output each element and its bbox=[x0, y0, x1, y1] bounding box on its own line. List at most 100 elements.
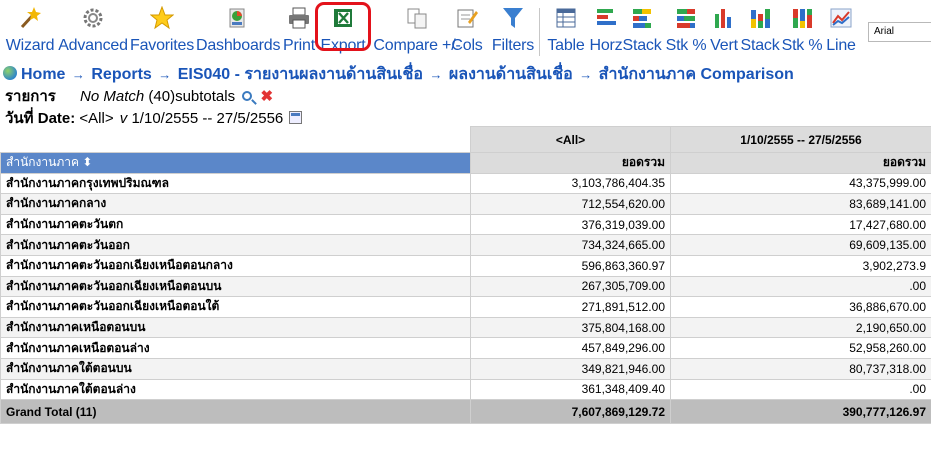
row-period-value: .00 bbox=[670, 275, 931, 298]
stk-pct-chart-button[interactable]: Stk % bbox=[663, 6, 709, 56]
filters-button[interactable]: Filters bbox=[488, 6, 538, 56]
export-button[interactable]: Export bbox=[318, 6, 368, 56]
row-period-value: 80,737,318.00 bbox=[670, 357, 931, 380]
date-filter-all[interactable]: <All> bbox=[79, 110, 113, 127]
globe-icon bbox=[3, 66, 17, 80]
excel-icon bbox=[334, 9, 352, 27]
row-all-value: 712,554,620.00 bbox=[470, 193, 671, 215]
table-row: สำนักงานภาคกรุงเทพปริมณฑล 3,103,786,404.3… bbox=[0, 172, 931, 195]
compare-icon bbox=[407, 8, 427, 29]
row-period-value: 3,902,273.9 bbox=[670, 254, 931, 277]
table-button[interactable]: Table bbox=[542, 6, 590, 56]
filters-label: Filters bbox=[491, 37, 535, 54]
horz-chart-button[interactable]: Horz bbox=[588, 6, 624, 56]
stacked-percent-chart-icon bbox=[677, 9, 695, 28]
row-all-value: 271,891,512.00 bbox=[470, 296, 671, 318]
row-name: สำนักงานภาคตะวันออก bbox=[0, 234, 471, 256]
vertical-stack-percent-chart-icon bbox=[793, 9, 812, 28]
breadcrumb-report[interactable]: EIS040 - รายงานผลงานด้านสินเชื่อ bbox=[178, 66, 423, 83]
vert-stk-pct-label: Stk % bbox=[781, 37, 823, 54]
sort-icon: ⬍ bbox=[79, 155, 93, 170]
row-name: สำนักงานภาคใต้ตอนล่าง bbox=[0, 378, 471, 401]
row-period-value: 83,689,141.00 bbox=[670, 193, 931, 215]
stack-label: Stack bbox=[622, 37, 662, 54]
breadcrumb-sub[interactable]: ผลงานด้านสินเชื่อ bbox=[449, 66, 573, 83]
row-name: สำนักงานภาคใต้ตอนบน bbox=[0, 357, 471, 380]
print-button[interactable]: Print bbox=[280, 6, 318, 56]
search-icon[interactable] bbox=[242, 91, 253, 101]
printer-icon bbox=[289, 7, 309, 29]
table-icon bbox=[556, 8, 576, 28]
column-group-period[interactable]: 1/10/2555 -- 27/5/2556 bbox=[670, 126, 931, 153]
table-label: Table bbox=[547, 37, 585, 54]
measure-header-period: ยอดรวม bbox=[670, 152, 931, 174]
row-period-value: 52,958,260.00 bbox=[670, 337, 931, 359]
report-table: <All> 1/10/2555 -- 27/5/2556 สำนักงานภาค… bbox=[0, 126, 931, 425]
clear-icon[interactable]: ✖ bbox=[260, 87, 273, 105]
wand-icon bbox=[20, 7, 41, 29]
table-row: สำนักงานภาคเหนือตอนบน 375,804,168.00 2,190… bbox=[0, 316, 931, 339]
vertical-bar-chart-icon bbox=[715, 9, 731, 28]
row-header-sort[interactable]: สำนักงานภาค ⬍ bbox=[0, 152, 471, 174]
row-all-value: 734,324,665.00 bbox=[470, 234, 671, 256]
item-filter: รายการ No Match (40)subtotals ✖ bbox=[5, 84, 273, 108]
row-name: สำนักงานภาคตะวันออกเฉียงเหนือตอนใต้ bbox=[0, 296, 471, 318]
vert-stk-pct-chart-button[interactable]: Stk % bbox=[780, 6, 824, 56]
favorites-button[interactable]: Favorites bbox=[128, 6, 196, 56]
row-period-value: .00 bbox=[670, 378, 931, 401]
table-row: สำนักงานภาคตะวันออกเฉียงเหนือตอนกลาง 596,… bbox=[0, 254, 931, 277]
row-name: สำนักงานภาคเหนือตอนล่าง bbox=[0, 337, 471, 359]
date-filter-range[interactable]: 1/10/2555 -- 27/5/2556 bbox=[131, 110, 283, 127]
calendar-icon[interactable] bbox=[289, 111, 303, 124]
cols-label: Cols bbox=[451, 37, 483, 54]
columns-icon bbox=[457, 9, 478, 28]
horizontal-bar-chart-icon bbox=[597, 9, 616, 25]
wizard-button[interactable]: Wizard bbox=[4, 6, 56, 56]
row-name: สำนักงานภาคตะวันออกเฉียงเหนือตอนกลาง bbox=[0, 254, 471, 277]
row-header-label: สำนักงานภาค bbox=[6, 155, 80, 170]
table-row: สำนักงานภาคตะวันออก 734,324,665.00 69,609,… bbox=[0, 234, 931, 256]
date-filter-label: วันที่ Date: bbox=[5, 110, 76, 127]
item-filter-value[interactable]: No Match bbox=[80, 88, 144, 105]
row-name: สำนักงานภาคกลาง bbox=[0, 193, 471, 215]
wizard-label: Wizard bbox=[5, 37, 55, 54]
cols-button[interactable]: Cols bbox=[448, 6, 486, 56]
export-label: Export bbox=[320, 37, 366, 54]
table-row: สำนักงานภาคตะวันตก 376,319,039.00 17,427,6… bbox=[0, 213, 931, 236]
breadcrumb-reports[interactable]: Reports bbox=[91, 66, 151, 83]
dashboards-label: Dashboards bbox=[196, 37, 281, 54]
font-select[interactable]: Arial bbox=[868, 22, 931, 42]
row-name: สำนักงานภาคตะวันออกเฉียงเหนือตอนบน bbox=[0, 275, 471, 298]
column-group-all[interactable]: <All> bbox=[470, 126, 671, 153]
vert-stack-chart-button[interactable]: Stack bbox=[739, 6, 781, 56]
breadcrumb-home[interactable]: Home bbox=[21, 66, 65, 83]
breadcrumb: Home → Reports → EIS040 - รายงานผลงานด้า… bbox=[3, 62, 794, 83]
row-all-value: 596,863,360.97 bbox=[470, 254, 671, 277]
row-all-value: 375,804,168.00 bbox=[470, 316, 671, 339]
vertical-stack-chart-icon bbox=[751, 9, 770, 28]
stacked-bar-chart-icon bbox=[633, 9, 651, 28]
table-row: สำนักงานภาคกลาง 712,554,620.00 83,689,141.… bbox=[0, 193, 931, 215]
row-all-value: 457,849,296.00 bbox=[470, 337, 671, 359]
vert-label: Vert bbox=[710, 37, 738, 54]
grand-total-row: Grand Total (11) 7,607,869,129.72 390,77… bbox=[0, 399, 931, 425]
breadcrumb-arrow: → bbox=[158, 67, 172, 82]
advanced-button[interactable]: Advanced bbox=[58, 6, 128, 56]
line-chart-button[interactable]: Line bbox=[823, 6, 859, 56]
stk-pct-label: Stk % bbox=[665, 37, 707, 54]
row-name: สำนักงานภาคตะวันตก bbox=[0, 213, 471, 236]
grand-total-period: 390,777,126.97 bbox=[670, 399, 931, 425]
breadcrumb-arrow: → bbox=[429, 67, 443, 82]
row-all-value: 361,348,409.40 bbox=[470, 378, 671, 401]
measure-header-all: ยอดรวม bbox=[470, 152, 671, 174]
dashboards-button[interactable]: Dashboards bbox=[196, 6, 280, 56]
stack-chart-button[interactable]: Stack bbox=[621, 6, 663, 56]
row-period-value: 17,427,680.00 bbox=[670, 213, 931, 236]
item-filter-count: (40)subtotals bbox=[148, 88, 236, 105]
row-period-value: 43,375,999.00 bbox=[670, 172, 931, 195]
row-period-value: 69,609,135.00 bbox=[670, 234, 931, 256]
row-all-value: 267,305,709.00 bbox=[470, 275, 671, 298]
table-row: สำนักงานภาคตะวันออกเฉียงเหนือตอนใต้ 271,8… bbox=[0, 296, 931, 318]
breadcrumb-arrow: → bbox=[579, 67, 593, 82]
vert-chart-button[interactable]: Vert bbox=[707, 6, 741, 56]
